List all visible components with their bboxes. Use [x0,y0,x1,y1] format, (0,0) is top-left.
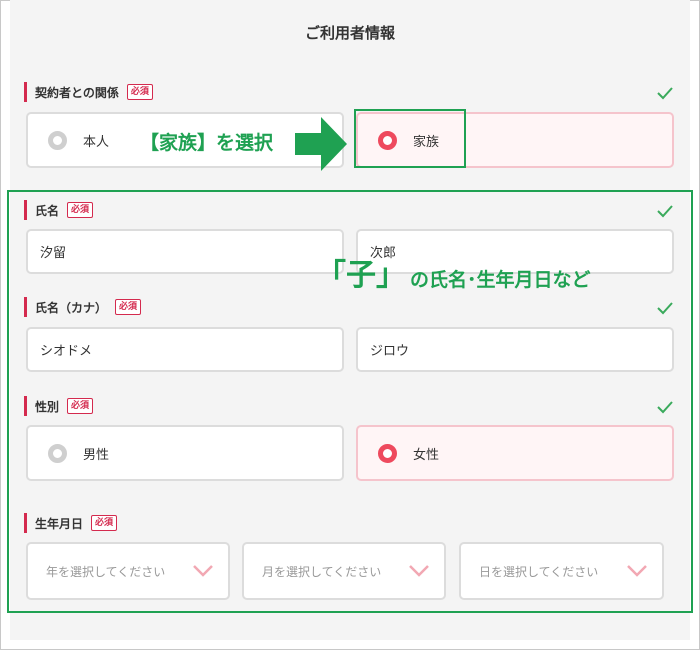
kana-label: 氏名（カナ） 必須 [24,297,142,317]
last-name-value: 汐留 [40,246,67,261]
gender-option-female[interactable]: 女性 [356,425,674,481]
last-name-kana-value: シオドメ [40,344,93,359]
name-label-text: 氏名 [35,203,60,218]
check-icon [657,302,673,315]
birth-month-select[interactable]: 月を選択してください [242,542,446,600]
gender-option-male-label: 男性 [83,447,110,463]
kana-label-text: 氏名（カナ） [35,300,108,315]
chevron-down-icon [409,565,429,577]
birth-day-placeholder: 日を選択してください [479,564,599,579]
name-label: 氏名 必須 [24,200,94,220]
gender-option-male[interactable]: 男性 [26,425,344,481]
chevron-down-icon [193,565,213,577]
check-icon [657,87,673,100]
birth-month-placeholder: 月を選択してください [262,564,382,579]
birth-day-select[interactable]: 日を選択してください [459,542,664,600]
radio-icon [48,443,67,463]
radio-icon [378,443,397,463]
arrow-right-icon [295,117,347,171]
birthdate-label: 生年月日 必須 [24,513,118,533]
gender-option-female-label: 女性 [413,447,440,463]
annotation-select-family: 【家族】を選択 [140,132,274,154]
page-title: ご利用者情報 [304,24,395,42]
required-badge: 必須 [67,202,94,218]
birthdate-label-text: 生年月日 [35,516,84,531]
birth-year-placeholder: 年を選択してください [46,564,166,579]
relationship-option-family[interactable]: 家族 [356,112,674,168]
relationship-label-text: 契約者との関係 [35,85,119,100]
last-name-field[interactable]: 汐留 [26,229,344,274]
required-badge: 必須 [67,398,94,414]
radio-icon [48,130,67,150]
first-name-kana-field[interactable]: ジロウ [356,327,674,372]
radio-icon [378,130,397,150]
relationship-option-family-label: 家族 [413,134,440,150]
chevron-down-icon [627,565,647,577]
check-icon [657,401,673,414]
gender-label-text: 性別 [35,399,60,414]
required-badge: 必須 [126,84,153,100]
required-badge: 必須 [91,515,118,531]
birth-year-select[interactable]: 年を選択してください [26,542,230,600]
check-icon [657,205,673,218]
first-name-kana-value: ジロウ [370,344,410,359]
relationship-option-self-label: 本人 [83,134,110,150]
annotation-child-info: の氏名･生年月日など [410,269,591,291]
required-badge: 必須 [115,299,142,315]
annotation-child-quote: 「子」 [316,258,406,293]
gender-label: 性別 必須 [24,396,94,416]
last-name-kana-field[interactable]: シオドメ [26,327,344,372]
relationship-label: 契約者との関係 必須 [24,82,153,102]
